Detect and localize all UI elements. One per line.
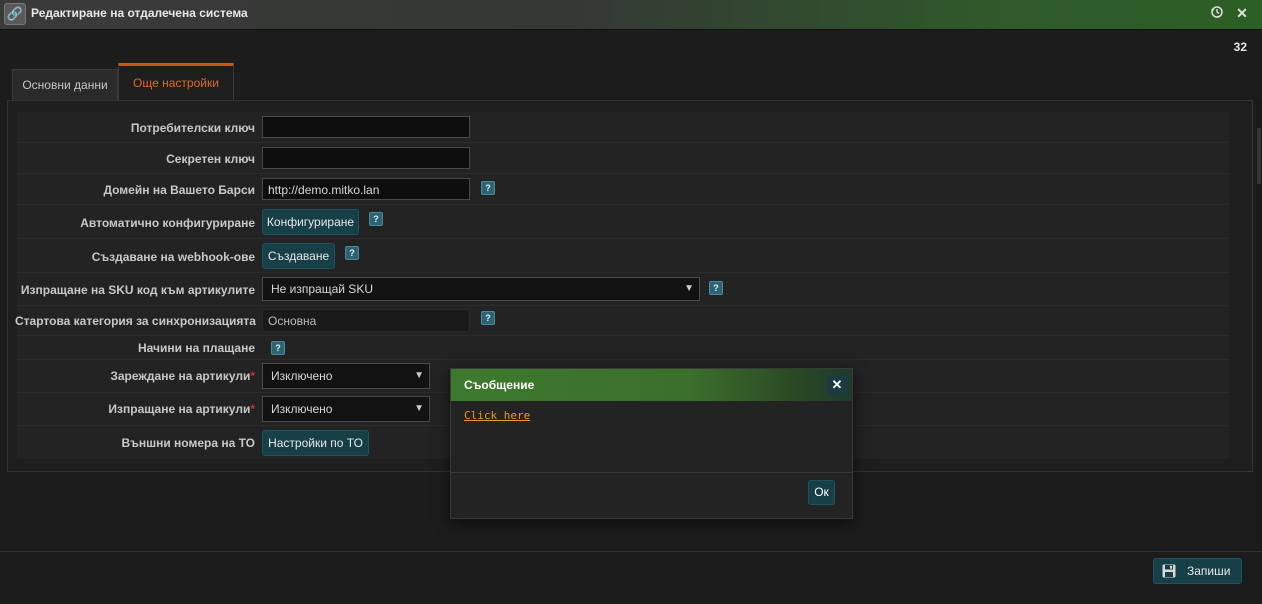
click-here-link[interactable]: Click here [464, 409, 530, 422]
row-payment-methods: Начини на плащане ? [17, 336, 1229, 360]
window-title: Редактиране на отдалечена система [31, 6, 248, 20]
edit-remote-system-window: 🔗 Редактиране на отдалечена система ✕ 32… [0, 0, 1262, 604]
tab-main-data[interactable]: Основни данни [12, 69, 118, 100]
send-products-value: Изключено [271, 402, 333, 416]
ok-button[interactable]: Ок [808, 480, 835, 505]
webhooks-label: Създаване на webhook-ове [91, 250, 255, 264]
row-secret-key: Секретен ключ [17, 143, 1229, 174]
save-button-label: Запиши [1187, 564, 1231, 578]
send-products-select[interactable]: Изключено ▼ [262, 396, 430, 422]
scrollbar-thumb[interactable] [1257, 128, 1261, 184]
chevron-down-icon: ▼ [684, 283, 694, 294]
row-auto-config: Автоматично конфигуриране Конфигуриране … [17, 205, 1229, 239]
send-sku-label: Изпращане на SKU код към артикулите [20, 283, 255, 297]
save-button[interactable]: Запиши [1153, 558, 1242, 584]
consumer-key-input[interactable] [262, 116, 470, 138]
title-bar: 🔗 Редактиране на отдалечена система ✕ [0, 0, 1262, 30]
chevron-down-icon: ▼ [414, 370, 424, 381]
consumer-key-label: Потребителски ключ [130, 121, 255, 135]
load-products-select[interactable]: Изключено ▼ [262, 363, 430, 389]
domain-help-icon[interactable]: ? [481, 181, 495, 195]
send-products-label: Изпращане на артикули* [108, 402, 255, 416]
external-numbers-label: Външни номера на ТО [121, 436, 255, 450]
secret-key-input[interactable] [262, 147, 470, 169]
domain-label: Домейн на Вашето Барси [103, 183, 255, 197]
row-consumer-key: Потребителски ключ [17, 112, 1229, 143]
auto-config-help-icon[interactable]: ? [369, 212, 383, 226]
load-products-value: Изключено [271, 369, 333, 383]
record-id: 32 [1233, 40, 1247, 54]
create-webhooks-button[interactable]: Създаване [262, 243, 335, 269]
webhooks-help-icon[interactable]: ? [345, 246, 359, 260]
load-products-label: Зареждане на артикули* [110, 369, 255, 383]
link-icon: 🔗 [4, 3, 26, 25]
send-sku-value: Не изпращай SKU [271, 282, 373, 296]
close-icon[interactable]: ✕ [827, 375, 847, 395]
chevron-down-icon: ▼ [414, 403, 424, 414]
row-domain: Домейн на Вашето Барси http://demo.mitko… [17, 174, 1229, 205]
external-numbers-settings-button[interactable]: Настройки по ТО [262, 430, 369, 456]
auto-config-label: Автоматично конфигуриране [80, 216, 255, 230]
floppy-disk-icon [1162, 564, 1176, 578]
message-dialog-header: Съобщение ✕ [451, 369, 852, 401]
send-sku-help-icon[interactable]: ? [709, 281, 723, 295]
start-category-help-icon[interactable]: ? [481, 311, 495, 325]
secret-key-label: Секретен ключ [166, 152, 255, 166]
tab-more-settings[interactable]: Още настройки [118, 63, 234, 103]
row-send-sku: Изпращане на SKU код към артикулите Не и… [17, 273, 1229, 306]
row-start-category: Стартова категория за синхронизацията Ос… [15, 306, 1229, 336]
configure-button[interactable]: Конфигуриране [262, 209, 359, 235]
history-icon[interactable] [1209, 5, 1225, 21]
payment-methods-help-icon[interactable]: ? [271, 341, 285, 355]
domain-input[interactable]: http://demo.mitko.lan [262, 178, 470, 200]
message-dialog-divider [451, 472, 852, 473]
message-dialog-title: Съобщение [464, 378, 535, 392]
row-webhooks: Създаване на webhook-ове Създаване ? [17, 239, 1229, 273]
footer-divider [0, 551, 1262, 552]
message-dialog: Съобщение ✕ Click here Ок [450, 368, 853, 519]
payment-methods-label: Начини на плащане [137, 341, 255, 355]
start-category-input[interactable]: Основна [262, 309, 470, 332]
send-sku-select[interactable]: Не изпращай SKU ▼ [262, 277, 700, 301]
start-category-label: Стартова категория за синхронизацията [15, 314, 256, 328]
close-icon[interactable]: ✕ [1234, 5, 1250, 21]
